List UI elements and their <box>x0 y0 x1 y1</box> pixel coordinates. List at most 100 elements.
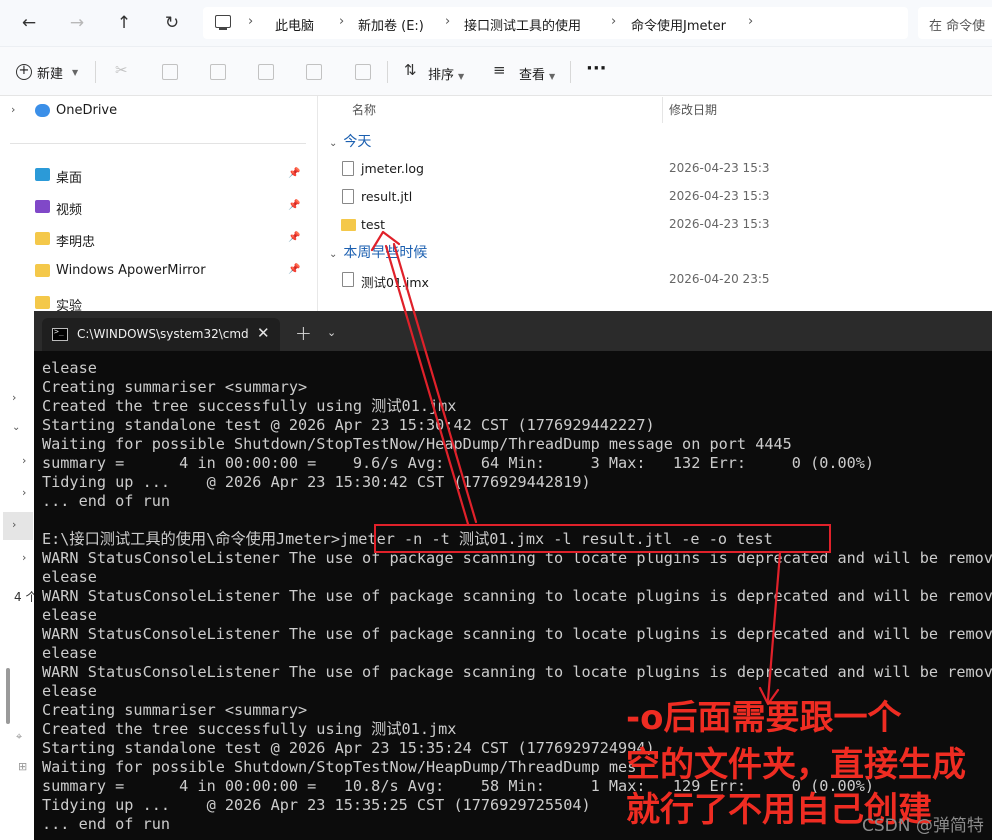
breadcrumb-this-pc[interactable]: 此电脑 <box>275 15 314 34</box>
nav-item-label: 视频 <box>56 203 83 218</box>
file-row[interactable]: jmeter.log 2026-04-23 15:3 <box>336 157 770 181</box>
annotation-text-line: 空的文件夹，直接生成 <box>626 745 966 785</box>
file-row[interactable]: 测试01.jmx 2026-04-20 23:5 <box>336 268 770 292</box>
view-button[interactable]: 查看 ▼ <box>519 64 555 83</box>
view-icon: ≡ <box>493 61 506 79</box>
view-icon: ⊞ <box>18 760 28 773</box>
annotation-text-line: -o后面需要跟一个 <box>626 698 902 738</box>
file-row[interactable]: test 2026-04-23 15:3 <box>336 213 770 237</box>
cloud-icon <box>35 104 50 117</box>
chevron-down-icon: ▼ <box>549 72 556 81</box>
terminal-line: ... end of run <box>42 815 171 833</box>
breadcrumb-folder-jmeter[interactable]: 命令使用Jmeter <box>631 15 726 34</box>
column-header-date[interactable]: 修改日期 <box>669 101 717 118</box>
file-date: 2026-04-20 23:5 <box>669 272 770 286</box>
file-name: jmeter.log <box>361 161 424 176</box>
group-header-earlier-this-week[interactable]: ⌄ 本周早些时候 <box>329 242 427 262</box>
chevron-right-icon: › <box>445 14 451 29</box>
folder-icon <box>35 232 50 245</box>
chevron-right-icon: › <box>339 14 345 29</box>
terminal-line: ... end of run <box>42 492 171 510</box>
terminal-line: elease <box>42 644 97 662</box>
nav-item-onedrive[interactable]: › OneDrive <box>0 97 316 125</box>
column-header-name[interactable]: 名称 <box>352 101 376 118</box>
forward-arrow-icon[interactable]: → <box>65 11 89 35</box>
chevron-right-icon[interactable]: › <box>12 391 16 404</box>
file-name: test <box>361 217 386 232</box>
nav-item-label: 桌面 <box>56 171 83 186</box>
terminal-line: Starting standalone test @ 2026 Apr 23 1… <box>42 416 655 434</box>
pin-icon[interactable]: 📌 <box>288 168 300 179</box>
column-divider[interactable] <box>662 97 663 123</box>
computer-icon <box>215 15 231 30</box>
chevron-right-icon: › <box>611 14 617 29</box>
nav-item-label: OneDrive <box>56 103 118 118</box>
terminal-tab[interactable]: C:\WINDOWS\system32\cmd.e ✕ <box>42 318 280 351</box>
pin-icon[interactable]: 📌 <box>288 264 300 275</box>
chevron-right-icon[interactable]: › <box>22 551 26 564</box>
terminal-line: WARN StatusConsoleListener The use of pa… <box>42 625 992 643</box>
command-highlight-box <box>374 524 831 553</box>
chevron-right-icon: › <box>248 14 254 29</box>
nav-selected-item[interactable] <box>3 512 33 540</box>
toolbar-divider <box>95 61 96 83</box>
share-icon[interactable] <box>306 64 322 80</box>
nav-item-label: 李明忠 <box>56 235 96 250</box>
terminal-line: elease <box>42 682 97 700</box>
nav-item-desktop[interactable]: 桌面 📌 <box>0 161 316 189</box>
new-tab-button[interactable]: + <box>295 321 312 345</box>
pin-icon[interactable]: 📌 <box>288 232 300 243</box>
view-label: 查看 <box>519 68 546 83</box>
new-button[interactable]: + 新建 ▼ <box>16 60 78 84</box>
group-label: 今天 <box>343 134 372 150</box>
watermark: CSDN @弹简特 <box>862 816 984 836</box>
back-arrow-icon[interactable]: ← <box>17 11 41 35</box>
breadcrumb-folder-interface-test[interactable]: 接口测试工具的使用 <box>464 15 581 34</box>
nav-item-videos[interactable]: 视频 📌 <box>0 193 316 221</box>
copy-icon[interactable] <box>162 64 178 80</box>
file-row[interactable]: result.jtl 2026-04-23 15:3 <box>336 185 770 209</box>
refresh-icon[interactable]: ↻ <box>160 11 184 35</box>
chevron-right-icon[interactable]: › <box>11 103 15 116</box>
video-icon <box>35 200 50 213</box>
more-options-button[interactable]: ··· <box>586 58 607 79</box>
terminal-line: elease <box>42 359 97 377</box>
group-header-today[interactable]: ⌄ 今天 <box>329 131 371 151</box>
chevron-down-icon[interactable]: ⌄ <box>327 326 336 339</box>
scrollbar-thumb[interactable] <box>6 668 10 724</box>
folder-icon <box>35 296 50 309</box>
address-bar[interactable]: › 此电脑 › 新加卷 (E:) › 接口测试工具的使用 › 命令使用Jmete… <box>203 7 908 39</box>
chevron-down-icon: ⌄ <box>329 138 338 149</box>
cut-icon[interactable]: ✂ <box>115 61 128 79</box>
pane-divider <box>317 96 318 311</box>
terminal-line: Creating summariser <summary> <box>42 701 308 719</box>
chevron-right-icon[interactable]: › <box>22 486 26 499</box>
sort-button[interactable]: 排序 ▼ <box>428 64 464 83</box>
nav-item-label: Windows ApowerMirror <box>56 263 206 278</box>
breadcrumb-drive-e[interactable]: 新加卷 (E:) <box>358 15 424 34</box>
paste-icon[interactable] <box>210 64 226 80</box>
terminal-line: Created the tree successfully using 测试01… <box>42 720 457 738</box>
chevron-down-icon: ⌄ <box>329 249 338 260</box>
terminal-line: Creating summariser <summary> <box>42 378 308 396</box>
terminal-line: Tidying up ... @ 2026 Apr 23 15:30:42 CS… <box>42 473 591 491</box>
sort-icon: ⇅ <box>404 61 417 79</box>
search-input[interactable]: 在 命令使 <box>918 7 992 39</box>
chevron-down-icon[interactable]: ⌄ <box>12 422 20 433</box>
terminal-tab-title: C:\WINDOWS\system32\cmd.e <box>77 327 249 341</box>
pin-icon[interactable]: 📌 <box>288 200 300 211</box>
nav-item-folder-user[interactable]: 李明忠 📌 <box>0 225 316 253</box>
toolbar-divider <box>387 61 388 83</box>
delete-icon[interactable] <box>355 64 371 80</box>
nav-item-folder-apowermirror[interactable]: Windows ApowerMirror 📌 <box>0 257 316 285</box>
chevron-right-icon[interactable]: › <box>22 454 26 467</box>
terminal-line: WARN StatusConsoleListener The use of pa… <box>42 587 992 605</box>
file-date: 2026-04-23 15:3 <box>669 217 770 231</box>
terminal-line: WARN StatusConsoleListener The use of pa… <box>42 663 992 681</box>
up-arrow-icon[interactable]: ↑ <box>112 11 136 35</box>
chevron-right-icon: › <box>748 14 754 29</box>
close-icon[interactable]: ✕ <box>257 324 270 342</box>
desktop-icon <box>35 168 50 181</box>
chevron-right-icon[interactable]: › <box>12 518 16 531</box>
rename-icon[interactable] <box>258 64 274 80</box>
